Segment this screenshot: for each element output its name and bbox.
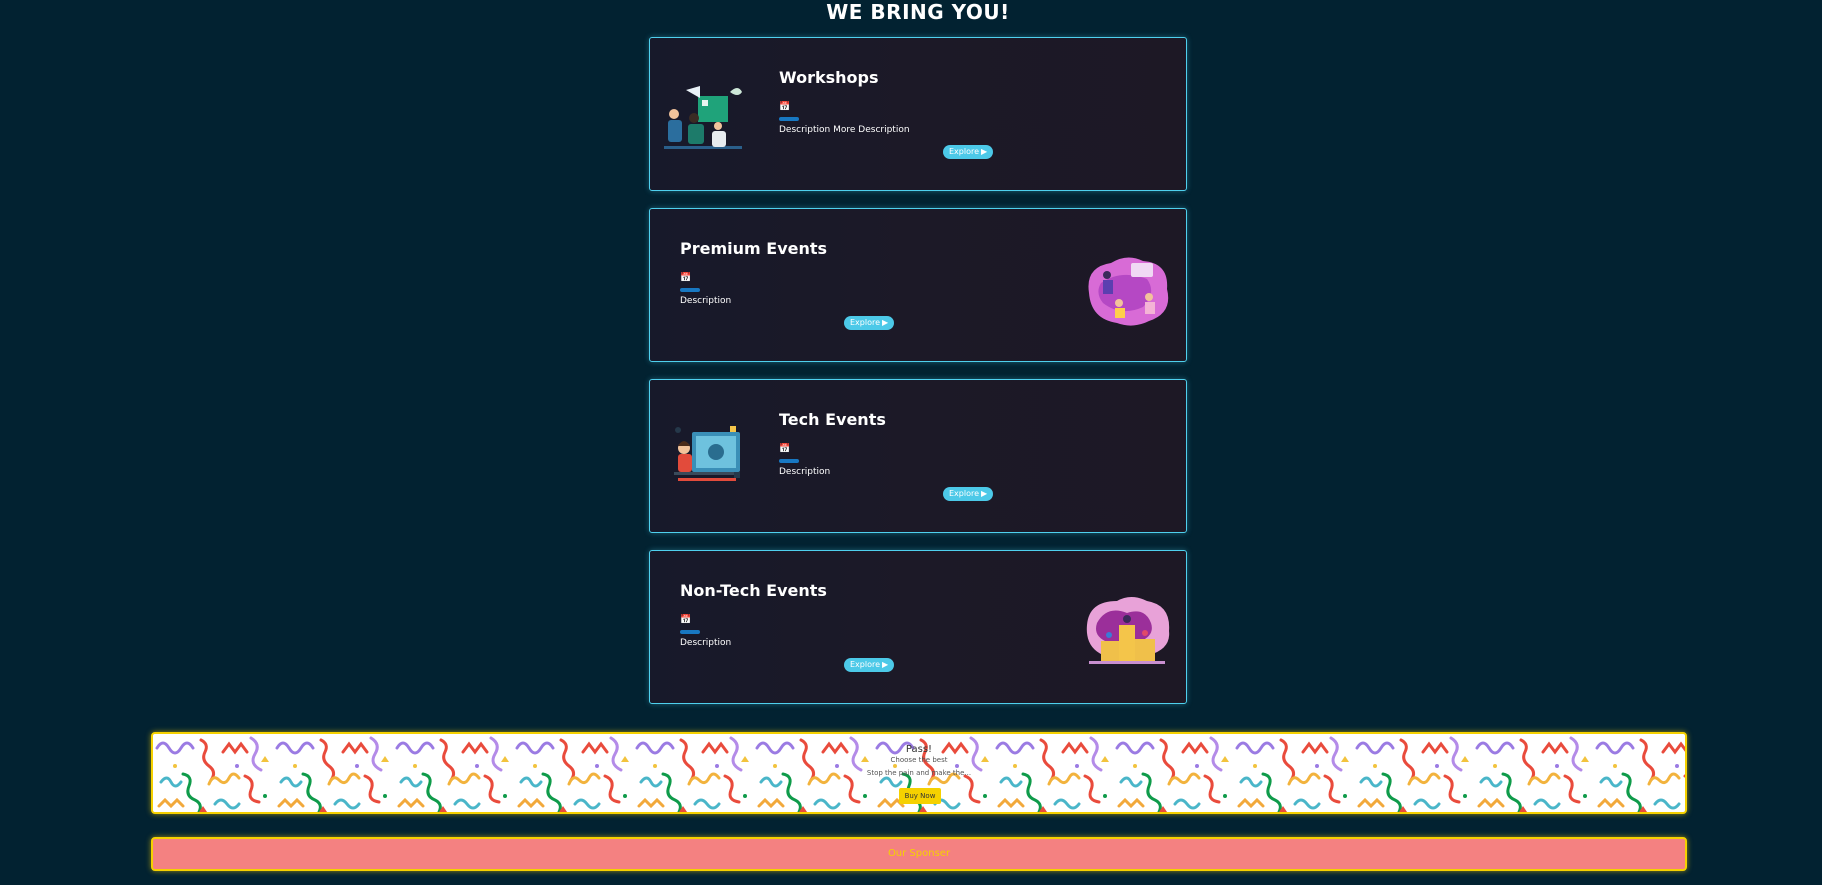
play-icon: ▶ <box>981 489 988 498</box>
explore-label: Explore <box>949 489 980 498</box>
workshop-illustration <box>664 86 742 149</box>
tech-events-illustration <box>674 426 740 481</box>
explore-label: Explore <box>850 660 881 669</box>
explore-button[interactable]: Explore ▶ <box>943 487 994 501</box>
sponsor-bar[interactable]: Our Sponser <box>151 837 1687 871</box>
sponsor-label: Our Sponser <box>887 848 951 859</box>
buy-now-button[interactable]: Buy Now <box>899 788 941 804</box>
accent-bar <box>779 117 799 121</box>
non-tech-events-illustration <box>1086 597 1170 664</box>
calendar-icon: 📅 <box>680 273 692 283</box>
card-premium-events: Premium Events 📅 Description Explore ▶ <box>649 208 1187 362</box>
premium-events-illustration <box>1088 257 1169 326</box>
play-icon: ▶ <box>882 660 889 669</box>
card-description: Description <box>680 296 732 306</box>
accent-bar <box>779 459 799 463</box>
pass-tagline: Stop the pain and make the... <box>866 769 972 777</box>
explore-button[interactable]: Explore ▶ <box>844 316 895 330</box>
explore-button[interactable]: Explore ▶ <box>943 145 994 159</box>
accent-bar <box>680 288 700 292</box>
explore-label: Explore <box>949 147 980 156</box>
card-description: Description More Description <box>779 125 910 135</box>
explore-label: Explore <box>850 318 881 327</box>
card-title: Non-Tech Events <box>680 581 827 600</box>
card-workshops: Workshops 📅 Description More Description… <box>649 37 1187 191</box>
pass-banner: Pass! Choose the best Stop the pain and … <box>151 732 1687 814</box>
play-icon: ▶ <box>981 147 988 156</box>
card-description: Description <box>680 638 732 648</box>
explore-button[interactable]: Explore ▶ <box>844 658 895 672</box>
play-icon: ▶ <box>882 318 889 327</box>
pass-title: Pass! <box>905 744 933 755</box>
calendar-icon: 📅 <box>779 444 791 454</box>
pass-subtitle: Choose the best <box>890 756 948 764</box>
accent-bar <box>680 630 700 634</box>
page-title: WE BRING YOU! <box>826 0 1010 24</box>
calendar-icon: 📅 <box>779 102 791 112</box>
card-non-tech-events: Non-Tech Events 📅 Description Explore ▶ <box>649 550 1187 704</box>
card-tech-events: Tech Events 📅 Description Explore ▶ <box>649 379 1187 533</box>
card-title: Tech Events <box>779 410 886 429</box>
calendar-icon: 📅 <box>680 615 692 625</box>
card-description: Description <box>779 467 831 477</box>
card-title: Workshops <box>779 68 879 87</box>
card-title: Premium Events <box>680 239 828 258</box>
